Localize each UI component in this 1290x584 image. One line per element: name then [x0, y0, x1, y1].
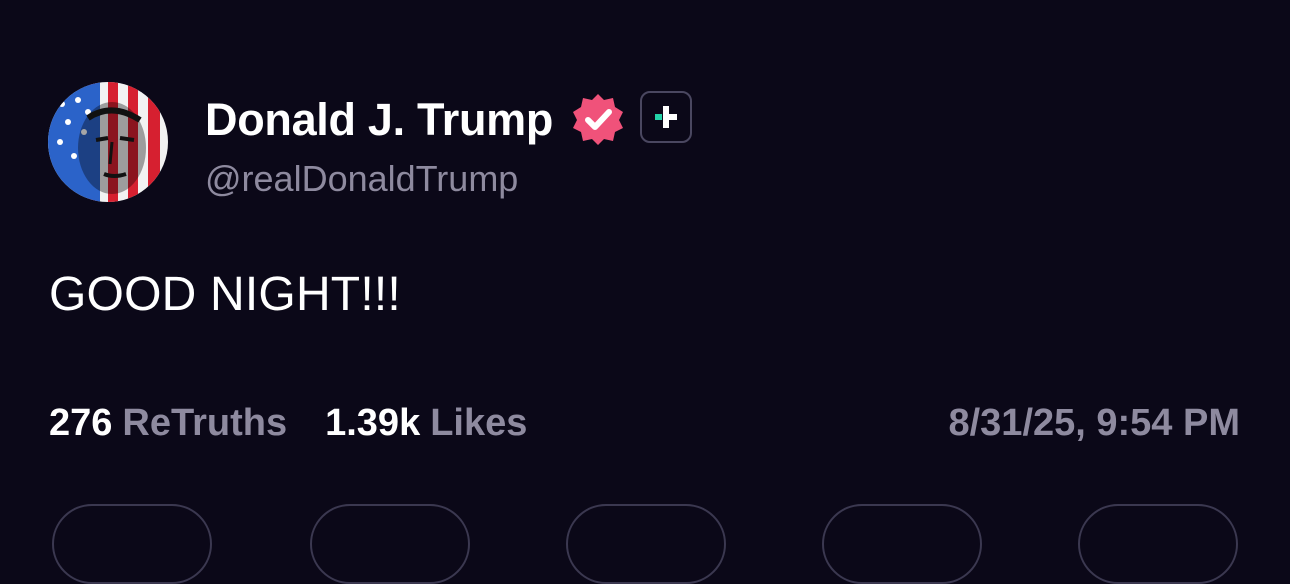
reply-button[interactable]	[52, 504, 212, 584]
post-timestamp: 8/31/25, 9:54 PM	[948, 402, 1240, 444]
likes-stat[interactable]: 1.39k Likes	[325, 400, 527, 446]
truth-post: Donald J. Trump @realDonaldTrump GOOD NI…	[0, 0, 1290, 584]
share-button[interactable]	[1078, 504, 1238, 584]
avatar[interactable]	[48, 82, 168, 202]
retruths-stat[interactable]: 276 ReTruths	[49, 400, 287, 446]
retruths-count: 276	[49, 402, 113, 444]
likes-label: Likes	[430, 402, 528, 444]
bookmark-button[interactable]	[822, 504, 982, 584]
author-name[interactable]: Donald J. Trump	[205, 92, 553, 148]
avatar-image	[48, 82, 168, 202]
verified-badge-icon	[571, 92, 625, 146]
truth-plus-icon	[640, 91, 692, 143]
post-text: GOOD NIGHT!!!	[49, 268, 401, 321]
like-button[interactable]	[566, 504, 726, 584]
retruths-label: ReTruths	[122, 402, 288, 444]
author-handle[interactable]: @realDonaldTrump	[205, 156, 518, 202]
likes-count: 1.39k	[325, 402, 421, 444]
action-bar	[0, 504, 1290, 584]
retruth-button[interactable]	[310, 504, 470, 584]
post-stats: 276 ReTruths 1.39k Likes	[49, 400, 527, 446]
